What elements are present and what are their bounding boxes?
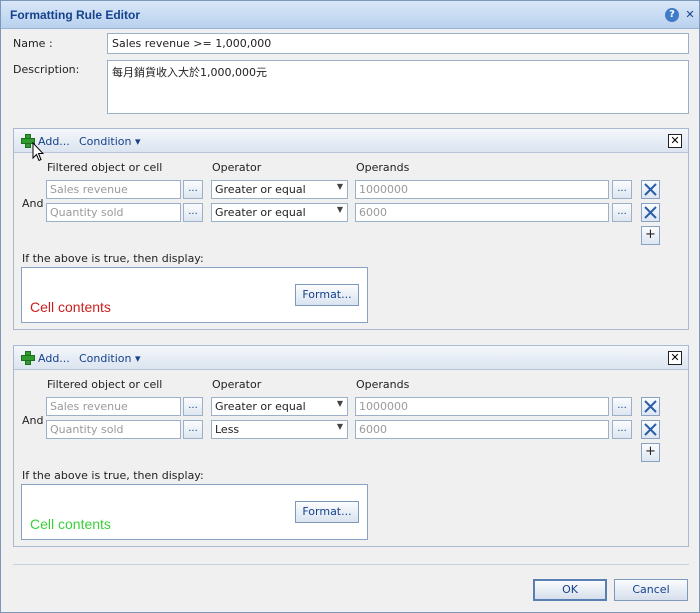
object-picker-button[interactable]: ... — [183, 397, 203, 416]
object-picker-button[interactable]: ... — [183, 203, 203, 222]
dropdown-arrow-icon: ▼ — [336, 399, 343, 408]
help-icon[interactable]: ? — [665, 8, 679, 22]
display-caption: If the above is true, then display: — [22, 469, 204, 482]
condition-menu-button[interactable]: Condition ▾ — [79, 352, 141, 365]
operand-picker-button[interactable]: ... — [612, 397, 632, 416]
filtered-object-field[interactable]: Quantity sold — [46, 420, 181, 439]
cancel-button[interactable]: Cancel — [614, 579, 688, 601]
column-header-object: Filtered object or cell — [47, 161, 163, 174]
name-label: Name : — [13, 37, 53, 50]
add-condition-row-button[interactable]: + — [641, 443, 660, 462]
column-header-operator: Operator — [212, 161, 262, 174]
description-label: Description: — [13, 63, 80, 76]
operator-value: Greater or equal — [215, 400, 306, 413]
format-button[interactable]: Format... — [295, 284, 359, 306]
dropdown-arrow-icon: ▼ — [336, 422, 343, 431]
rule-panel-2: Add... Condition ▾ ✕ Filtered object or … — [13, 345, 689, 547]
delete-condition-button[interactable] — [641, 397, 660, 416]
and-label: And — [22, 197, 44, 210]
column-header-operands: Operands — [356, 378, 410, 391]
column-header-operator: Operator — [212, 378, 262, 391]
operand-field[interactable]: 6000 — [355, 203, 609, 222]
format-button[interactable]: Format... — [295, 501, 359, 523]
footer-separator — [13, 564, 689, 565]
close-rule-icon[interactable]: ✕ — [668, 134, 682, 148]
operand-field[interactable]: 1000000 — [355, 180, 609, 199]
operand-picker-button[interactable]: ... — [612, 203, 632, 222]
operand-field[interactable]: 1000000 — [355, 397, 609, 416]
ok-button[interactable]: OK — [533, 579, 607, 601]
filtered-object-field[interactable]: Sales revenue — [46, 397, 181, 416]
filtered-object-field[interactable]: Quantity sold — [46, 203, 181, 222]
close-rule-icon[interactable]: ✕ — [668, 351, 682, 365]
add-button[interactable]: Add... — [38, 352, 70, 365]
add-plus-icon[interactable] — [21, 351, 35, 365]
rule-panel-1: Add... Condition ▾ ✕ Filtered object or … — [13, 128, 689, 330]
column-header-operands: Operands — [356, 161, 410, 174]
display-preview-box: Cell contents Format... — [21, 484, 368, 540]
formatting-rule-editor-window: Formatting Rule Editor ? ✕ Name : Sales … — [0, 0, 700, 613]
delete-x-icon — [644, 400, 657, 413]
object-picker-button[interactable]: ... — [183, 420, 203, 439]
dropdown-arrow-icon: ▼ — [336, 182, 343, 191]
add-condition-row-button[interactable]: + — [641, 226, 660, 245]
title-bar: Formatting Rule Editor ? ✕ — [1, 1, 699, 29]
operator-value: Greater or equal — [215, 206, 306, 219]
delete-x-icon — [644, 183, 657, 196]
display-preview-box: Cell contents Format... — [21, 267, 368, 323]
dropdown-arrow-icon: ▼ — [336, 205, 343, 214]
delete-condition-button[interactable] — [641, 203, 660, 222]
operand-picker-button[interactable]: ... — [612, 420, 632, 439]
operand-field[interactable]: 6000 — [355, 420, 609, 439]
operator-value: Less — [215, 423, 240, 436]
condition-menu-button[interactable]: Condition ▾ — [79, 135, 141, 148]
operator-select[interactable]: Greater or equal ▼ — [211, 397, 348, 416]
close-icon[interactable]: ✕ — [683, 8, 697, 22]
cell-contents-preview: Cell contents — [30, 516, 111, 532]
delete-condition-button[interactable] — [641, 180, 660, 199]
name-input[interactable]: Sales revenue >= 1,000,000 — [107, 33, 689, 54]
and-label: And — [22, 414, 44, 427]
delete-x-icon — [644, 206, 657, 219]
cell-contents-preview: Cell contents — [30, 299, 111, 315]
rule-toolbar: Add... Condition ▾ ✕ — [14, 129, 688, 153]
delete-x-icon — [644, 423, 657, 436]
column-header-object: Filtered object or cell — [47, 378, 163, 391]
delete-condition-button[interactable] — [641, 420, 660, 439]
rule-toolbar: Add... Condition ▾ ✕ — [14, 346, 688, 370]
operand-picker-button[interactable]: ... — [612, 180, 632, 199]
filtered-object-field[interactable]: Sales revenue — [46, 180, 181, 199]
operator-select[interactable]: Less ▼ — [211, 420, 348, 439]
mouse-cursor-icon — [32, 142, 44, 162]
display-caption: If the above is true, then display: — [22, 252, 204, 265]
operator-value: Greater or equal — [215, 183, 306, 196]
description-input[interactable]: 每月銷貨收入大於1,000,000元 — [107, 60, 689, 114]
window-title: Formatting Rule Editor — [10, 8, 140, 22]
operator-select[interactable]: Greater or equal ▼ — [211, 203, 348, 222]
object-picker-button[interactable]: ... — [183, 180, 203, 199]
operator-select[interactable]: Greater or equal ▼ — [211, 180, 348, 199]
